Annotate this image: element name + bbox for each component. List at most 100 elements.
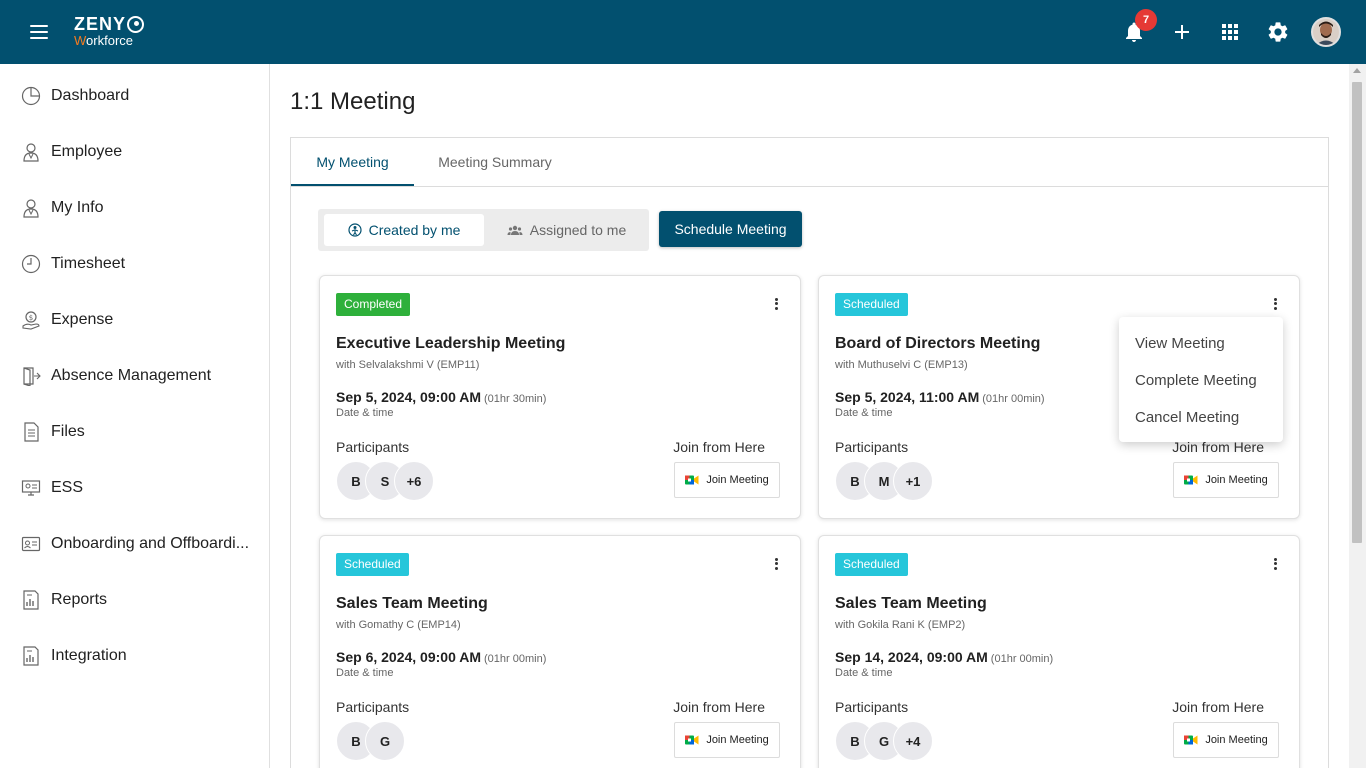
participant-more-count[interactable]: +6: [394, 461, 434, 501]
svg-text:$: $: [29, 314, 33, 322]
meeting-duration: (01hr 00min): [990, 653, 1054, 665]
complete-meeting-menu-item[interactable]: Complete Meeting: [1119, 362, 1283, 399]
join-from-here-label: Join from Here: [673, 699, 765, 715]
meeting-with: with Gokila Rani K (EMP2): [835, 619, 966, 631]
meeting-filter-toggle: Created by me Assigned to me: [318, 209, 649, 251]
join-meeting-button[interactable]: Join Meeting: [1173, 722, 1279, 758]
expense-icon: $: [21, 310, 41, 330]
view-meeting-menu-item[interactable]: View Meeting: [1119, 325, 1283, 362]
meeting-title: Sales Team Meeting: [336, 595, 488, 612]
sidebar-item-label: Reports: [51, 591, 108, 608]
sidebar-item-dashboard[interactable]: Dashboard: [0, 68, 269, 124]
tab-bar: My Meeting Meeting Summary: [291, 138, 1328, 187]
join-meeting-label: Join Meeting: [1205, 474, 1268, 486]
sidebar: Dashboard Employee My Info Timesheet $ E…: [0, 64, 270, 768]
google-meet-icon: [685, 735, 699, 745]
google-meet-icon: [1184, 735, 1198, 745]
more-options-icon[interactable]: [768, 296, 784, 312]
date-time-label: Date & time: [835, 407, 893, 419]
menu-icon[interactable]: [28, 22, 52, 42]
clock-icon: [21, 254, 41, 274]
top-app-bar: ZENY Workforce 7: [0, 0, 1366, 64]
more-options-icon[interactable]: [768, 556, 784, 572]
status-badge: Scheduled: [835, 553, 908, 576]
status-badge: Scheduled: [336, 553, 409, 576]
participant-more-count[interactable]: +1: [893, 461, 933, 501]
join-from-here-label: Join from Here: [1172, 699, 1264, 715]
participant-more-count[interactable]: +4: [893, 721, 933, 761]
my-info-icon: [21, 198, 41, 218]
tab-my-meeting[interactable]: My Meeting: [291, 138, 414, 186]
meeting-with: with Selvalakshmi V (EMP11): [336, 359, 480, 371]
meeting-datetime: Sep 5, 2024, 11:00 AM (01hr 00min): [835, 389, 1045, 405]
sidebar-item-reports[interactable]: Reports: [0, 572, 269, 628]
meeting-with: with Gomathy C (EMP14): [336, 619, 461, 631]
meeting-datetime: Sep 14, 2024, 09:00 AM (01hr 00min): [835, 649, 1054, 665]
person-icon: [347, 223, 362, 237]
status-badge: Completed: [336, 293, 411, 316]
meeting-card: Completed Executive Leadership Meeting w…: [319, 275, 801, 519]
join-meeting-label: Join Meeting: [706, 734, 769, 746]
gear-icon[interactable]: [1266, 20, 1290, 44]
sidebar-item-label: Expense: [51, 311, 114, 328]
meeting-duration: (01hr 30min): [484, 393, 547, 405]
join-meeting-label: Join Meeting: [706, 474, 769, 486]
assigned-to-me-label: Assigned to me: [529, 222, 627, 238]
exit-door-icon: [21, 366, 41, 387]
meeting-duration: (01hr 00min): [484, 653, 547, 665]
scrollbar-thumb[interactable]: [1352, 82, 1362, 543]
sidebar-item-expense[interactable]: $ Expense: [0, 292, 269, 348]
meeting-with: with Muthuselvi C (EMP13): [835, 359, 968, 371]
participants-label: Participants: [835, 439, 909, 455]
plus-icon[interactable]: [1170, 20, 1194, 44]
sidebar-item-onboarding-offboarding[interactable]: Onboarding and Offboardi...: [0, 516, 269, 572]
date-time-label: Date & time: [336, 407, 394, 419]
participant-avatar[interactable]: G: [365, 721, 405, 761]
page-title: 1:1 Meeting: [290, 88, 416, 115]
join-meeting-button[interactable]: Join Meeting: [674, 462, 780, 498]
sidebar-item-ess[interactable]: ESS: [0, 460, 269, 516]
sidebar-item-absence-management[interactable]: Absence Management: [0, 348, 269, 404]
meeting-title: Board of Directors Meeting: [835, 335, 1041, 352]
google-meet-icon: [1184, 475, 1198, 485]
meeting-title: Sales Team Meeting: [835, 595, 987, 612]
sidebar-item-label: Integration: [51, 647, 127, 664]
date-time-label: Date & time: [835, 667, 893, 679]
cancel-meeting-menu-item[interactable]: Cancel Meeting: [1119, 399, 1283, 436]
more-options-icon[interactable]: [1267, 556, 1283, 572]
join-meeting-button[interactable]: Join Meeting: [1173, 462, 1279, 498]
schedule-meeting-button[interactable]: Schedule Meeting: [659, 211, 802, 247]
report-icon: [21, 590, 41, 610]
meeting-duration: (01hr 00min): [982, 393, 1045, 405]
sidebar-item-my-info[interactable]: My Info: [0, 180, 269, 236]
group-icon: [507, 225, 523, 235]
sidebar-item-label: ESS: [51, 479, 84, 496]
google-meet-icon: [685, 475, 699, 485]
more-options-icon[interactable]: [1267, 296, 1283, 312]
dashboard-icon: [21, 86, 41, 106]
assigned-to-me-button[interactable]: Assigned to me: [490, 214, 643, 246]
meeting-datetime: Sep 6, 2024, 09:00 AM (01hr 00min): [336, 649, 547, 665]
sidebar-item-employee[interactable]: Employee: [0, 124, 269, 180]
join-meeting-button[interactable]: Join Meeting: [674, 722, 780, 758]
user-avatar[interactable]: [1311, 17, 1341, 47]
sidebar-item-files[interactable]: Files: [0, 404, 269, 460]
zenyo-workforce-logo[interactable]: ZENY Workforce: [74, 15, 145, 47]
meeting-title: Executive Leadership Meeting: [336, 335, 566, 352]
sidebar-item-label: Onboarding and Offboardi...: [51, 535, 250, 552]
sidebar-item-label: Employee: [51, 143, 123, 160]
integration-icon: [21, 646, 41, 666]
sidebar-item-label: Dashboard: [51, 87, 130, 104]
created-by-me-button[interactable]: Created by me: [324, 214, 484, 246]
sidebar-item-timesheet[interactable]: Timesheet: [0, 236, 269, 292]
sidebar-item-integration[interactable]: Integration: [0, 628, 269, 684]
employee-icon: [21, 142, 41, 162]
apps-grid-icon[interactable]: [1218, 20, 1242, 44]
notification-badge: 7: [1135, 9, 1157, 31]
tab-meeting-summary[interactable]: Meeting Summary: [414, 138, 576, 186]
meeting-card: Scheduled Sales Team Meeting with Gokila…: [818, 535, 1300, 768]
scroll-up-arrow-icon[interactable]: [1353, 68, 1361, 73]
sidebar-item-label: Files: [51, 423, 85, 440]
status-badge: Scheduled: [835, 293, 908, 316]
logo-o-mark: [127, 15, 145, 33]
